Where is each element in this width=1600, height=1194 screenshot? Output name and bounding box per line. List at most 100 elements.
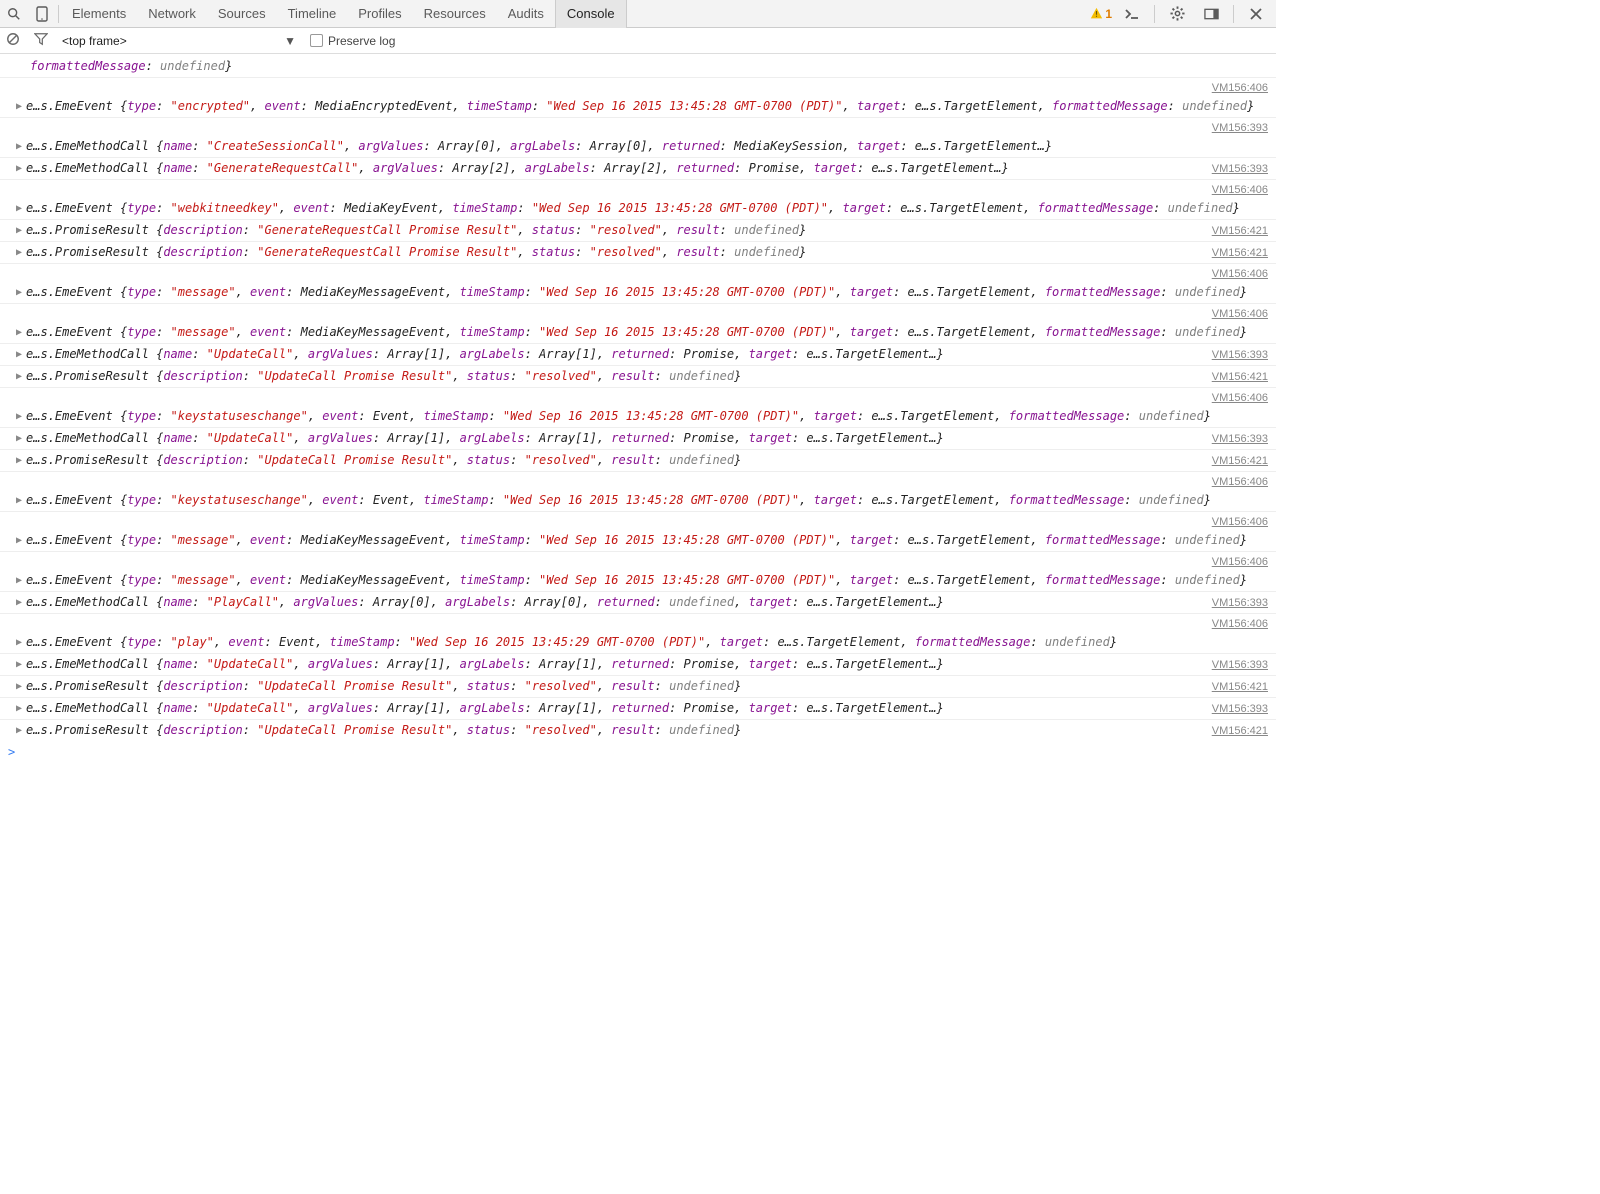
expand-triangle-icon[interactable]: ▶: [16, 594, 22, 611]
log-row[interactable]: VM156:406 ▶e…s.EmeEvent {type: "play", ev…: [0, 613, 1276, 653]
expand-triangle-icon[interactable]: ▶: [16, 452, 22, 469]
expand-triangle-icon[interactable]: ▶: [16, 200, 22, 217]
log-row[interactable]: VM156:406▶e…s.EmeEvent {type: "keystatus…: [0, 387, 1276, 427]
log-source-link[interactable]: VM156:393: [1212, 595, 1268, 612]
log-object: e…s.PromiseResult {description: "UpdateC…: [26, 368, 741, 385]
expand-triangle-icon[interactable]: ▶: [16, 324, 22, 341]
tab-sources[interactable]: Sources: [207, 0, 277, 28]
log-source-link[interactable]: VM156:406: [1212, 554, 1268, 571]
log-source-link[interactable]: VM156:406: [1212, 80, 1268, 97]
log-object: formattedMessage: undefined}: [30, 58, 232, 75]
log-row[interactable]: VM156:406▶e…s.EmeEvent {type: "message",…: [0, 303, 1276, 343]
close-icon[interactable]: [1242, 0, 1270, 28]
toolbar-right: 1: [1090, 0, 1276, 28]
log-object: e…s.EmeEvent {type: "keystatuseschange",…: [26, 492, 1211, 509]
log-source-link[interactable]: VM156:421: [1212, 223, 1268, 240]
preserve-log-checkbox[interactable]: [310, 34, 323, 47]
expand-triangle-icon[interactable]: ▶: [16, 138, 22, 155]
expand-triangle-icon[interactable]: ▶: [16, 722, 22, 739]
log-source-link[interactable]: VM156:421: [1212, 723, 1268, 740]
log-row[interactable]: VM156:421▶e…s.PromiseResult {description…: [0, 675, 1276, 697]
log-row[interactable]: VM156:393▶e…s.EmeMethodCall {name: "Upda…: [0, 653, 1276, 675]
filter-icon[interactable]: [34, 32, 54, 49]
log-row[interactable]: VM156:393 ▶e…s.EmeMethodCall {name: "Upda…: [0, 427, 1276, 449]
log-source-link[interactable]: VM156:421: [1212, 679, 1268, 696]
log-source-link[interactable]: VM156:421: [1212, 453, 1268, 470]
expand-triangle-icon[interactable]: ▶: [16, 346, 22, 363]
log-row[interactable]: VM156:406 ▶e…s.EmeEvent {type: "message",…: [0, 263, 1276, 303]
warning-badge[interactable]: 1: [1090, 7, 1112, 21]
log-object: e…s.EmeMethodCall {name: "UpdateCall", a…: [26, 430, 944, 447]
log-row[interactable]: VM156:421▶e…s.PromiseResult {description…: [0, 241, 1276, 263]
log-row[interactable]: VM156:406▶e…s.EmeEvent {type: "webkitnee…: [0, 179, 1276, 219]
log-object: e…s.EmeEvent {type: "message", event: Me…: [26, 284, 1247, 301]
tab-network[interactable]: Network: [137, 0, 207, 28]
warning-count: 1: [1105, 7, 1112, 21]
log-source-link[interactable]: VM156:393: [1212, 701, 1268, 718]
expand-triangle-icon[interactable]: ▶: [16, 532, 22, 549]
expand-triangle-icon[interactable]: ▶: [16, 284, 22, 301]
log-row[interactable]: VM156:421 ▶e…s.PromiseResult {description…: [0, 365, 1276, 387]
log-source-link[interactable]: VM156:393: [1212, 120, 1268, 137]
search-icon[interactable]: [0, 0, 28, 28]
expand-triangle-icon[interactable]: ▶: [16, 222, 22, 239]
separator: [1154, 5, 1155, 23]
frame-selector[interactable]: <top frame> ▼: [62, 34, 302, 48]
expand-triangle-icon[interactable]: ▶: [16, 244, 22, 261]
expand-triangle-icon[interactable]: ▶: [16, 430, 22, 447]
log-object: e…s.EmeMethodCall {name: "GenerateReques…: [26, 160, 1009, 177]
log-source-link[interactable]: VM156:393: [1212, 431, 1268, 448]
drawer-toggle-icon[interactable]: [1118, 0, 1146, 28]
device-icon[interactable]: [28, 0, 56, 28]
log-row[interactable]: VM156:421▶e…s.PromiseResult {description…: [0, 449, 1276, 471]
tab-resources[interactable]: Resources: [413, 0, 497, 28]
preserve-log-toggle[interactable]: Preserve log: [310, 34, 395, 48]
log-row[interactable]: VM156:421▶e…s.PromiseResult {description…: [0, 219, 1276, 241]
expand-triangle-icon[interactable]: ▶: [16, 634, 22, 651]
log-source-link[interactable]: VM156:421: [1212, 369, 1268, 386]
log-source-link[interactable]: VM156:406: [1212, 474, 1268, 491]
log-row[interactable]: VM156:406▶e…s.EmeEvent {type: "message",…: [0, 511, 1276, 551]
tab-timeline[interactable]: Timeline: [277, 0, 348, 28]
log-row[interactable]: VM156:393 ▶e…s.EmeMethodCall {name: "Gene…: [0, 157, 1276, 179]
expand-triangle-icon[interactable]: ▶: [16, 678, 22, 695]
console-prompt[interactable]: >: [0, 741, 1276, 763]
tab-audits[interactable]: Audits: [497, 0, 555, 28]
log-row[interactable]: VM156:393▶e…s.EmeMethodCall {name: "Play…: [0, 591, 1276, 613]
log-row[interactable]: VM156:393▶e…s.EmeMethodCall {name: "Upda…: [0, 697, 1276, 719]
log-row[interactable]: VM156:421▶e…s.PromiseResult {description…: [0, 719, 1276, 741]
log-row[interactable]: formattedMessage: undefined}: [0, 56, 1276, 77]
log-source-link[interactable]: VM156:406: [1212, 266, 1268, 283]
log-row[interactable]: VM156:406 ▶e…s.EmeEvent {type: "keystatus…: [0, 471, 1276, 511]
log-source-link[interactable]: VM156:406: [1212, 514, 1268, 531]
expand-triangle-icon[interactable]: ▶: [16, 368, 22, 385]
log-source-link[interactable]: VM156:406: [1212, 182, 1268, 199]
log-row[interactable]: VM156:393▶e…s.EmeMethodCall {name: "Crea…: [0, 117, 1276, 157]
log-row[interactable]: VM156:406▶e…s.EmeEvent {type: "encrypted…: [0, 77, 1276, 117]
expand-triangle-icon[interactable]: ▶: [16, 160, 22, 177]
expand-triangle-icon[interactable]: ▶: [16, 572, 22, 589]
chevron-down-icon: ▼: [284, 34, 296, 48]
tab-profiles[interactable]: Profiles: [347, 0, 412, 28]
prompt-chevron-icon: >: [8, 745, 15, 759]
settings-gear-icon[interactable]: [1163, 0, 1191, 28]
expand-triangle-icon[interactable]: ▶: [16, 408, 22, 425]
log-row[interactable]: VM156:406▶e…s.EmeEvent {type: "message",…: [0, 551, 1276, 591]
dock-icon[interactable]: [1197, 0, 1225, 28]
tab-elements[interactable]: Elements: [61, 0, 137, 28]
expand-triangle-icon[interactable]: ▶: [16, 700, 22, 717]
tab-console[interactable]: Console: [555, 0, 627, 28]
expand-triangle-icon[interactable]: ▶: [16, 656, 22, 673]
expand-triangle-icon[interactable]: ▶: [16, 492, 22, 509]
log-source-link[interactable]: VM156:393: [1212, 657, 1268, 674]
expand-triangle-icon[interactable]: ▶: [16, 98, 22, 115]
log-source-link[interactable]: VM156:421: [1212, 245, 1268, 262]
log-source-link[interactable]: VM156:393: [1212, 347, 1268, 364]
log-source-link[interactable]: VM156:393: [1212, 161, 1268, 178]
log-source-link[interactable]: VM156:406: [1212, 306, 1268, 323]
clear-console-icon[interactable]: [6, 32, 26, 49]
log-source-link[interactable]: VM156:406: [1212, 390, 1268, 407]
log-row[interactable]: VM156:393▶e…s.EmeMethodCall {name: "Upda…: [0, 343, 1276, 365]
log-source-link[interactable]: VM156:406: [1212, 616, 1268, 633]
log-object: e…s.EmeEvent {type: "play", event: Event…: [26, 634, 1117, 651]
